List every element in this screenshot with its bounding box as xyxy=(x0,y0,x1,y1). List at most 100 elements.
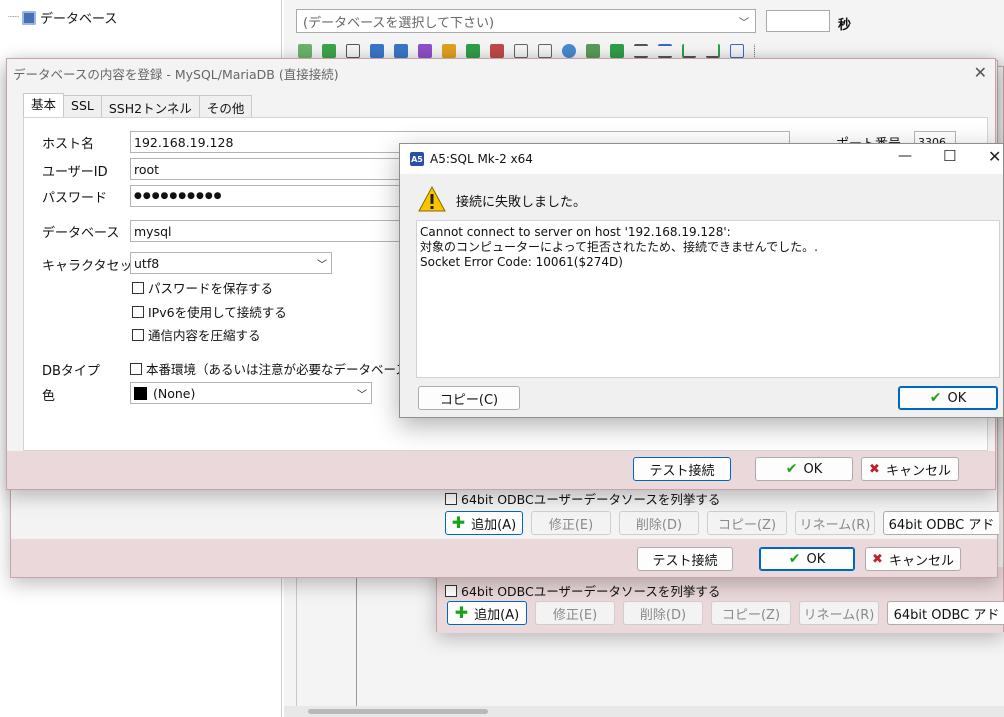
database-value: mysql xyxy=(134,223,172,239)
cut-icon[interactable] xyxy=(490,44,504,58)
tab-other[interactable]: その他 xyxy=(198,95,253,117)
redo-icon[interactable] xyxy=(466,44,480,58)
plus-icon: ✚ xyxy=(451,513,466,532)
tree-item-label: データベース xyxy=(40,12,118,27)
color-label: 色 xyxy=(42,389,56,404)
checkmark-icon: ✔ xyxy=(785,461,798,477)
odbc-admin-label: 64bit ODBC アド xyxy=(888,517,995,533)
stop-icon[interactable] xyxy=(346,44,360,58)
ok-label: OK xyxy=(803,461,823,477)
undo-icon[interactable] xyxy=(442,44,456,58)
ok-label: OK xyxy=(947,390,967,406)
user-id-value: root xyxy=(134,161,160,177)
charset-select[interactable]: utf8 ﹀ xyxy=(130,252,332,274)
copy-icon[interactable] xyxy=(514,44,528,58)
delete-button[interactable]: 削除(D) xyxy=(619,511,699,535)
checkbox-box[interactable] xyxy=(132,328,144,341)
search-icon[interactable] xyxy=(562,44,576,58)
copy-label: コピー(Z) xyxy=(717,517,777,533)
checkbox-box[interactable] xyxy=(132,281,144,294)
indent-icon[interactable] xyxy=(682,44,696,58)
ok-button[interactable]: ✔ OK xyxy=(755,457,853,481)
tab-ssl[interactable]: SSL xyxy=(63,95,102,117)
copy-button[interactable]: コピー(Z) xyxy=(707,511,787,535)
test-connection-button[interactable]: テスト接続 xyxy=(633,457,731,481)
odbc-admin-button[interactable]: 64bit ODBC アド xyxy=(883,511,999,535)
outdent-icon[interactable] xyxy=(706,44,720,58)
checkbox-label: 通信内容を圧縮する xyxy=(148,328,261,343)
cancel-button[interactable]: ✖ キャンセル xyxy=(861,457,959,481)
ok-button[interactable]: ✔ OK xyxy=(898,386,998,410)
scrollbar-thumb[interactable] xyxy=(308,709,488,714)
db-type-label: DBタイプ xyxy=(42,364,100,379)
color-value: (None) xyxy=(153,385,196,401)
format-icon[interactable] xyxy=(610,44,624,58)
add-button[interactable]: ✚ 追加(A) xyxy=(445,511,523,535)
delete-label: 削除(D) xyxy=(639,607,687,623)
odbc-enumerate-checkbox[interactable]: 64bit ODBCユーザーデータソースを列挙する xyxy=(445,489,720,508)
production-checkbox[interactable]: 本番環境（あるいは注意が必要なデータベース） xyxy=(130,359,420,378)
checkbox-box[interactable] xyxy=(132,305,144,318)
rename-button[interactable]: リネーム(R) xyxy=(799,601,879,625)
tree-view-icon[interactable] xyxy=(754,44,768,58)
warning-icon xyxy=(418,186,446,212)
edit-button[interactable]: 修正(E) xyxy=(531,511,611,535)
add-label: 追加(A) xyxy=(474,607,520,623)
checkbox-box[interactable] xyxy=(445,492,457,505)
use-ipv6-checkbox[interactable]: IPv6を使用して接続する xyxy=(132,302,287,321)
csv-export-icon[interactable] xyxy=(394,44,408,58)
timeout-input[interactable] xyxy=(766,10,830,32)
align-icon[interactable] xyxy=(634,44,648,58)
close-icon[interactable]: ✕ xyxy=(988,147,1001,166)
user-id-label: ユーザーID xyxy=(42,165,108,180)
replace-icon[interactable] xyxy=(586,44,600,58)
split-icon[interactable] xyxy=(730,44,744,58)
test-connection-button[interactable]: テスト接続 xyxy=(637,547,733,571)
edit-label: 修正(E) xyxy=(552,607,598,623)
dialog-title: データベースの内容を登録 - MySQL/MariaDB (直接接続) xyxy=(13,66,339,82)
ok-label: OK xyxy=(806,551,826,567)
app-icon: A5 xyxy=(410,152,424,166)
odbc-admin-button[interactable]: 64bit ODBC アド xyxy=(887,601,1004,625)
wrap-icon[interactable] xyxy=(658,44,672,58)
database-select-value: (データベースを選択して下さい) xyxy=(303,15,495,31)
checkmark-icon: ✔ xyxy=(788,551,801,567)
checkbox-box[interactable] xyxy=(445,584,457,597)
color-select[interactable]: (None) ﹀ xyxy=(130,382,372,404)
tab-basic[interactable]: 基本 xyxy=(23,93,65,117)
tab-ssh2-tunnel[interactable]: SSH2トンネル xyxy=(100,95,200,117)
cancel-button[interactable]: ✖ キャンセル xyxy=(865,547,961,571)
tree-item-databases[interactable]: ┈┈ データベース xyxy=(8,8,117,27)
odbc-admin-label: 64bit ODBC アド xyxy=(893,607,1000,623)
run-icon[interactable] xyxy=(298,44,312,58)
ok-button[interactable]: ✔ OK xyxy=(759,547,855,571)
odbc-enumerate-checkbox[interactable]: 64bit ODBCユーザーデータソースを列挙する xyxy=(445,581,720,600)
copy-button[interactable]: コピー(C) xyxy=(418,386,520,410)
save-password-checkbox[interactable]: パスワードを保存する xyxy=(132,278,273,297)
database-select[interactable]: (データベースを選択して下さい) ﹀ xyxy=(296,9,756,33)
minimize-icon[interactable]: — xyxy=(898,148,912,164)
text-export-icon[interactable] xyxy=(370,44,384,58)
seconds-label: 秒 xyxy=(838,18,852,33)
dialog-title-bar: データベースの内容を登録 - MySQL/MariaDB (直接接続) xyxy=(7,59,995,87)
copy-label: コピー(Z) xyxy=(721,607,781,623)
delete-button[interactable]: 削除(D) xyxy=(623,601,703,625)
database-label: データベース xyxy=(42,226,120,241)
paste-icon[interactable] xyxy=(538,44,552,58)
explain-icon[interactable] xyxy=(418,44,432,58)
maximize-icon[interactable]: ☐ xyxy=(943,147,956,165)
checkbox-box[interactable] xyxy=(130,362,142,375)
add-button[interactable]: ✚ 追加(A) xyxy=(447,601,527,625)
tab-strip: 基本 SSL SSH2トンネル その他 xyxy=(23,93,253,117)
horizontal-scrollbar[interactable] xyxy=(284,706,1004,717)
password-label: パスワード xyxy=(42,191,108,206)
chevron-down-icon: ﹀ xyxy=(317,259,327,271)
close-icon[interactable]: ✕ xyxy=(974,63,987,82)
close-icon: ✖ xyxy=(872,551,883,567)
run-dropdown-icon[interactable] xyxy=(322,44,336,58)
edit-button[interactable]: 修正(E) xyxy=(535,601,615,625)
test-connection-label: テスト接続 xyxy=(649,463,715,479)
rename-button[interactable]: リネーム(R) xyxy=(795,511,875,535)
copy-button[interactable]: コピー(Z) xyxy=(711,601,791,625)
compress-checkbox[interactable]: 通信内容を圧縮する xyxy=(132,325,261,344)
